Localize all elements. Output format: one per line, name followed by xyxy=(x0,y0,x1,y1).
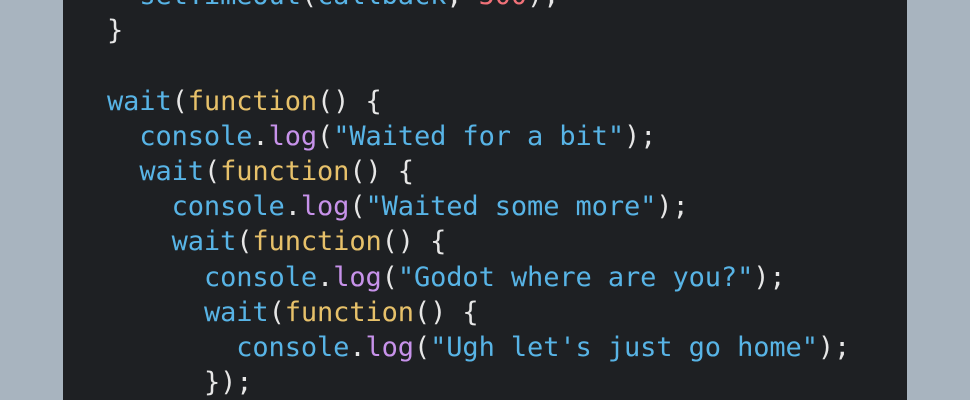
code-token: ( xyxy=(236,226,253,258)
code-token: "Ugh let's just go home" xyxy=(430,331,818,363)
code-token: function xyxy=(187,85,318,117)
code-token: log xyxy=(300,191,350,223)
code-line: wait(function() { xyxy=(107,224,850,259)
code-line: wait(function() { xyxy=(107,154,850,189)
code-token: . xyxy=(349,331,366,363)
code-token: wait xyxy=(107,85,172,117)
code-token: log xyxy=(268,120,318,152)
code-line: console.log("Waited some more"); xyxy=(107,189,850,224)
code-line: } xyxy=(107,13,850,48)
code-token: }); xyxy=(203,367,253,399)
code-line: wait(function() { xyxy=(107,84,850,119)
code-editor-panel: setTimeout(callback, 500);} wait(functio… xyxy=(63,0,907,400)
code-token: console xyxy=(139,120,253,152)
code-token: ); xyxy=(623,120,657,152)
code-token: callback xyxy=(317,0,446,11)
code-token: function xyxy=(284,296,414,328)
code-line: console.log("Godot where are you?"); xyxy=(107,260,850,295)
code-token: function xyxy=(252,226,382,258)
code-token: ( xyxy=(268,296,285,328)
code-token: ( xyxy=(171,85,188,117)
code-line: setTimeout(callback, 500); xyxy=(107,0,850,13)
code-token: log xyxy=(333,261,382,293)
code-token: 500 xyxy=(479,0,528,11)
code-token: () { xyxy=(413,296,479,328)
code-token: ); xyxy=(753,261,786,293)
code-line: console.log("Ugh let's just go home"); xyxy=(107,330,850,365)
code-token: wait xyxy=(171,226,237,258)
code-token: "Waited some more" xyxy=(365,191,657,223)
code-token: ( xyxy=(413,331,431,363)
code-token: } xyxy=(107,15,124,47)
code-token: ( xyxy=(301,0,317,11)
code-token: ); xyxy=(656,191,689,223)
code-line: wait(function() { xyxy=(107,295,850,330)
code-token: console xyxy=(171,191,285,223)
code-line: console.log("Waited for a bit"); xyxy=(107,119,850,154)
code-token: console xyxy=(236,331,350,363)
code-token: wait xyxy=(203,296,269,328)
code-token: "Godot where are you?" xyxy=(397,261,754,293)
code-token: log xyxy=(365,331,415,363)
code-token: . xyxy=(284,191,301,223)
code-token: . xyxy=(252,120,269,152)
code-token: function xyxy=(220,155,350,187)
code-line: }); xyxy=(107,365,850,400)
code-token: ( xyxy=(203,155,221,187)
code-token: ( xyxy=(317,120,334,152)
code-token: ( xyxy=(381,261,398,293)
code-token: setTimeout xyxy=(139,0,301,11)
code-token: , xyxy=(446,0,478,11)
code-token: () { xyxy=(381,226,447,258)
code-token: wait xyxy=(139,155,204,187)
code-token: ); xyxy=(817,331,851,363)
code-token: ); xyxy=(527,0,559,11)
code-block: setTimeout(callback, 500);} wait(functio… xyxy=(107,0,850,400)
code-token: console xyxy=(203,261,318,293)
code-token: . xyxy=(317,261,334,293)
code-token: () { xyxy=(317,85,382,117)
code-token: "Waited for a bit" xyxy=(333,120,624,152)
page-background: setTimeout(callback, 500);} wait(functio… xyxy=(0,0,970,400)
code-token: ( xyxy=(349,191,366,223)
code-token: () { xyxy=(349,155,414,187)
